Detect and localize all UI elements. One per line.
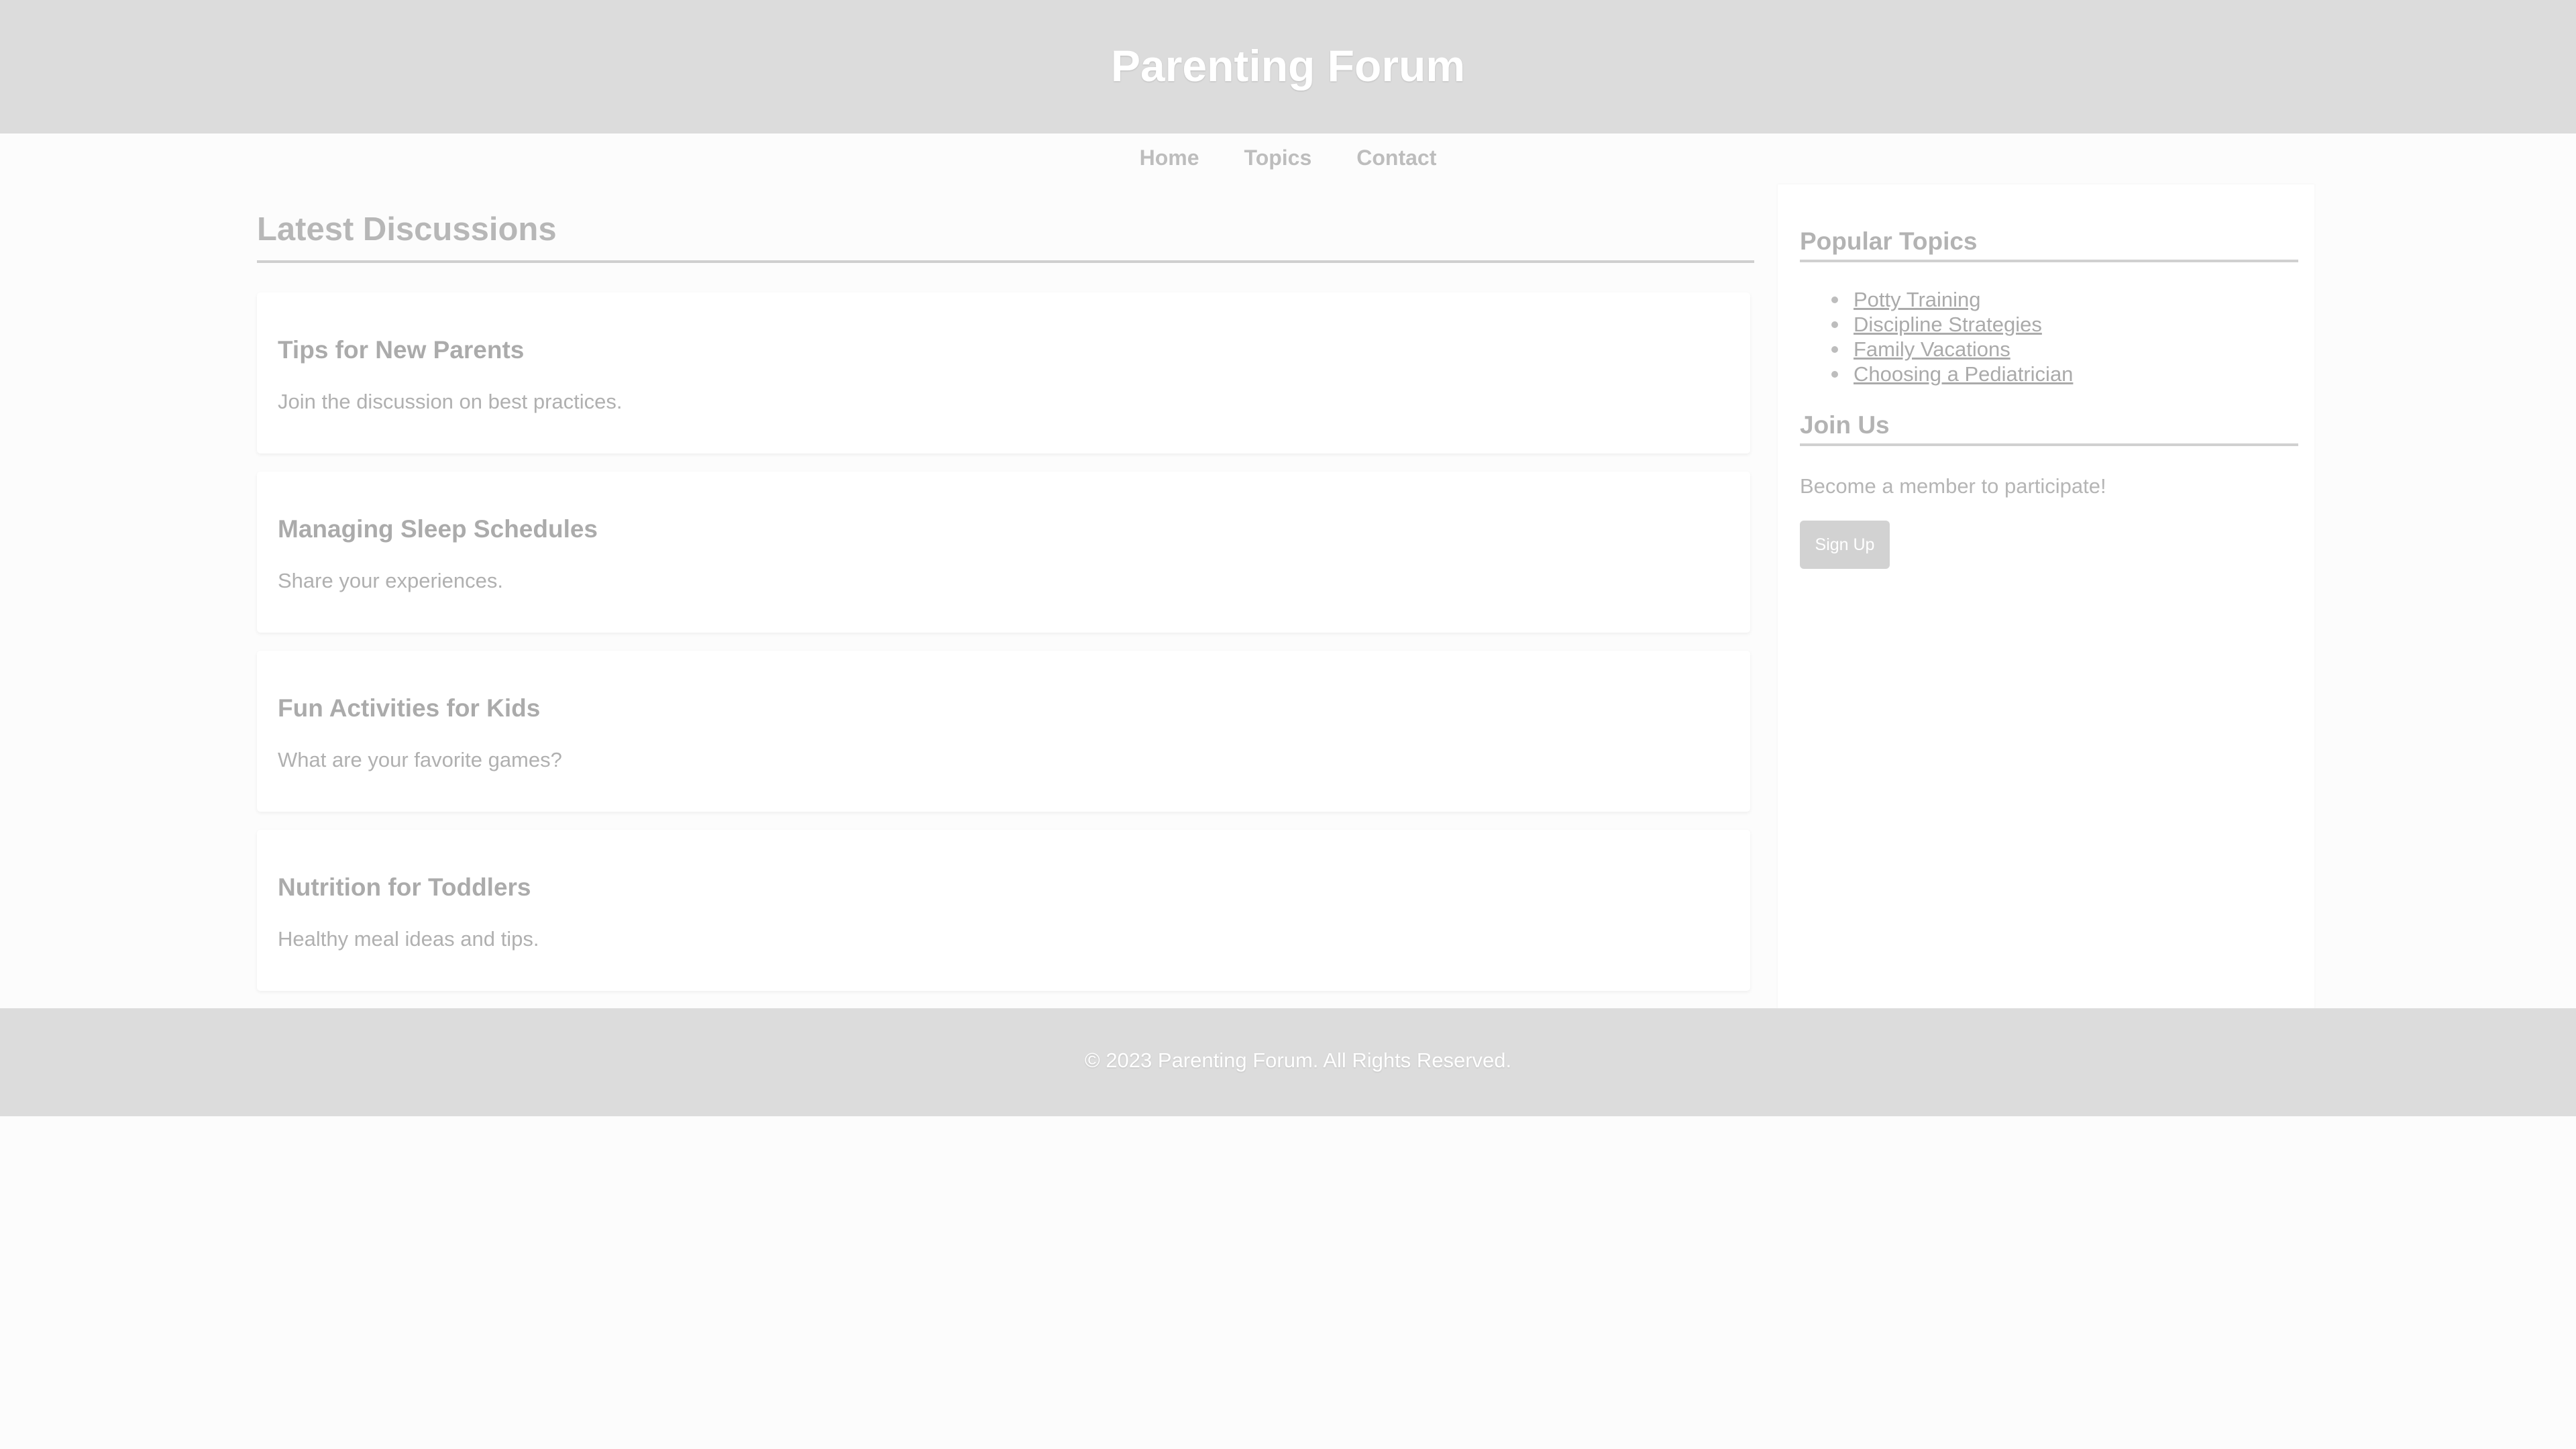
list-item: Discipline Strategies bbox=[1831, 312, 2073, 337]
popular-topics-heading: Popular Topics bbox=[1800, 226, 2298, 262]
discussion-description: Join the discussion on best practices. bbox=[278, 390, 623, 413]
list-item: Family Vacations bbox=[1831, 337, 2073, 362]
bullet-icon bbox=[1831, 297, 1838, 303]
main-nav: Home Topics Contact bbox=[0, 133, 2576, 184]
nav-links: Home Topics Contact bbox=[1140, 143, 1437, 172]
sidebar: Popular Topics Potty Training Discipline… bbox=[1778, 184, 2314, 1010]
discussion-card[interactable]: Nutrition for Toddlers Healthy meal idea… bbox=[257, 830, 1750, 991]
discussion-description: Healthy meal ideas and tips. bbox=[278, 927, 539, 951]
discussion-card[interactable]: Managing Sleep Schedules Share your expe… bbox=[257, 472, 1750, 633]
site-header: Parenting Forum bbox=[0, 0, 2576, 133]
discussion-card[interactable]: Tips for New Parents Join the discussion… bbox=[257, 292, 1750, 453]
topic-link-discipline-strategies[interactable]: Discipline Strategies bbox=[1854, 313, 2042, 336]
popular-topics-list: Potty Training Discipline Strategies Fam… bbox=[1831, 287, 2073, 386]
footer-copyright: © 2023 Parenting Forum. All Rights Reser… bbox=[1084, 1049, 1512, 1072]
nav-link-contact[interactable]: Contact bbox=[1356, 143, 1436, 172]
join-text: Become a member to participate! bbox=[1800, 474, 2106, 498]
topic-link-potty-training[interactable]: Potty Training bbox=[1854, 288, 1981, 311]
topic-link-family-vacations[interactable]: Family Vacations bbox=[1854, 337, 2010, 361]
discussion-description: Share your experiences. bbox=[278, 569, 504, 592]
list-item: Choosing a Pediatrician bbox=[1831, 362, 2073, 386]
discussion-title[interactable]: Managing Sleep Schedules bbox=[278, 514, 598, 545]
main-content: Latest Discussions Tips for New Parents … bbox=[257, 184, 1754, 991]
bullet-icon bbox=[1831, 371, 1838, 378]
list-item: Potty Training bbox=[1831, 287, 2073, 312]
discussion-card[interactable]: Fun Activities for Kids What are your fa… bbox=[257, 651, 1750, 812]
discussion-title[interactable]: Nutrition for Toddlers bbox=[278, 872, 531, 903]
nav-link-topics[interactable]: Topics bbox=[1244, 143, 1312, 172]
bullet-icon bbox=[1831, 321, 1838, 328]
discussion-description: What are your favorite games? bbox=[278, 748, 562, 771]
site-footer: © 2023 Parenting Forum. All Rights Reser… bbox=[0, 1008, 2576, 1116]
latest-discussions-heading: Latest Discussions bbox=[257, 184, 1754, 263]
topic-link-choosing-a-pediatrician[interactable]: Choosing a Pediatrician bbox=[1854, 362, 2073, 386]
bullet-icon bbox=[1831, 346, 1838, 353]
site-title: Parenting Forum bbox=[1110, 41, 1466, 91]
sign-up-button[interactable]: Sign Up bbox=[1800, 521, 1890, 569]
nav-link-home[interactable]: Home bbox=[1140, 143, 1199, 172]
discussion-title[interactable]: Tips for New Parents bbox=[278, 335, 524, 366]
discussion-title[interactable]: Fun Activities for Kids bbox=[278, 693, 540, 724]
join-us-heading: Join Us bbox=[1800, 410, 2298, 446]
